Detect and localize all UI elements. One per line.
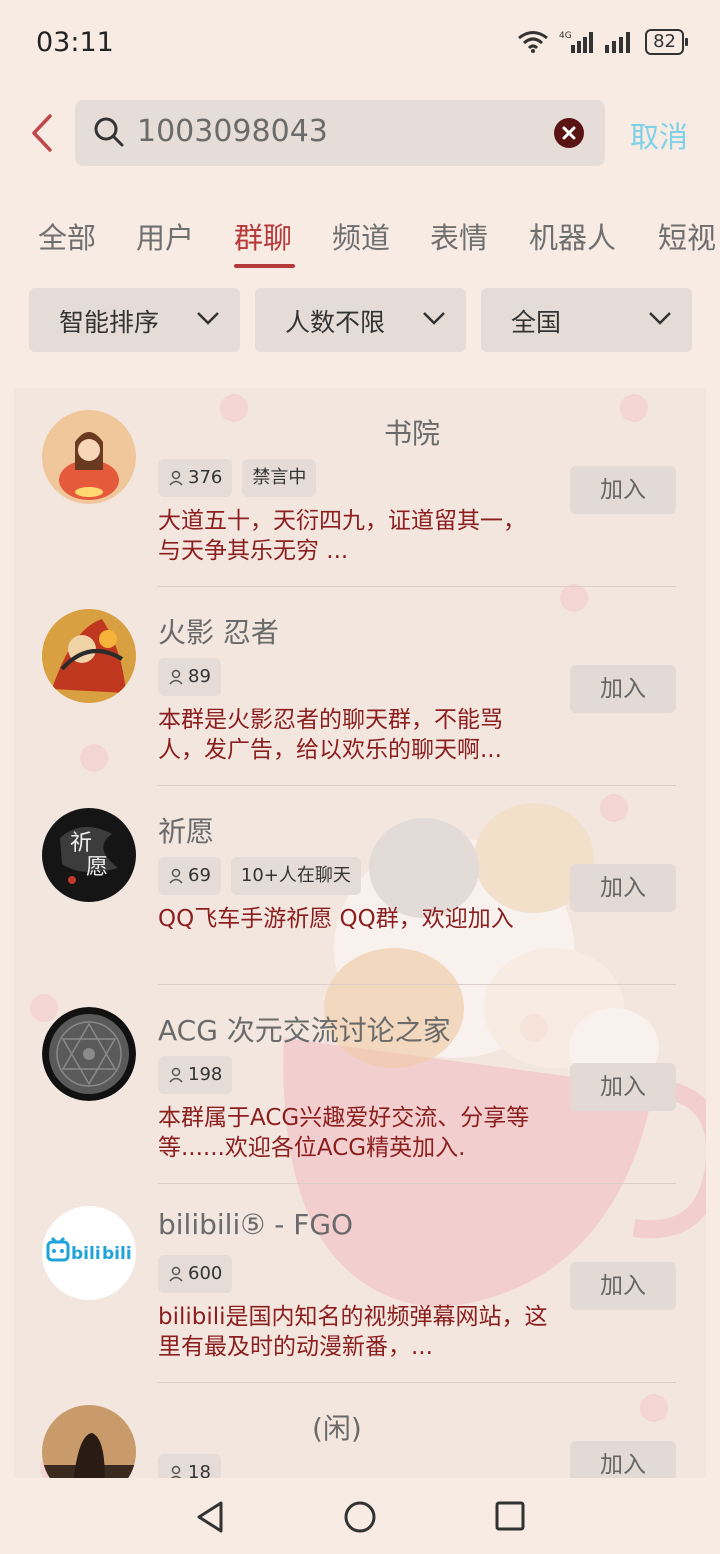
member-count: 198 — [188, 1064, 223, 1085]
group-name: 火影 忍者 — [158, 616, 279, 649]
chevron-down-icon — [197, 312, 219, 325]
group-description: bilibili是国内知名的视频弹幕网站，这里有最及时的动漫新番，... — [158, 1304, 548, 1360]
back-nav-icon[interactable] — [195, 1500, 225, 1534]
group-description: QQ飞车手游祈愿 QQ群，欢迎加入 — [158, 906, 514, 932]
chevron-down-icon — [649, 312, 671, 325]
tab-group-chats[interactable]: 群聊 — [234, 215, 292, 257]
avatar: 祈 愿 — [42, 808, 136, 902]
person-icon — [169, 1067, 183, 1083]
tab-bots[interactable]: 机器人 — [529, 215, 616, 257]
join-button[interactable]: 加入 — [570, 1063, 676, 1111]
group-description: 本群属于ACG兴趣爱好交流、分享等等......欢迎各位ACG精英加入. — [158, 1105, 530, 1161]
svg-text:愿: 愿 — [86, 855, 108, 880]
back-button[interactable] — [28, 110, 68, 156]
status-bar: 03:11 4G 82 — [0, 0, 720, 84]
avatar: bili bili — [42, 1206, 136, 1300]
wifi-icon — [518, 31, 549, 53]
chevron-down-icon — [423, 312, 445, 325]
signal-icon — [605, 32, 631, 53]
group-name: 书院 — [384, 417, 441, 450]
group-description: 本群是火影忍者的聊天群，不能骂人，发广告，给以欢乐的聊天啊... — [158, 707, 503, 763]
tab-stickers[interactable]: 表情 — [430, 215, 488, 257]
join-button[interactable]: 加入 — [570, 1441, 676, 1478]
group-tags: 89 — [158, 658, 221, 696]
join-button[interactable]: 加入 — [570, 665, 676, 713]
search-input[interactable]: 1003098043 — [137, 114, 328, 149]
tab-channels[interactable]: 频道 — [332, 215, 390, 257]
person-icon — [169, 669, 183, 685]
group-tags: 600 — [158, 1255, 233, 1293]
member-count-badge: 600 — [158, 1255, 233, 1293]
group-row[interactable]: 火影 忍者 89 本群是火影忍者的聊天群，不能骂人，发广告，给以欢乐的聊天啊..… — [14, 587, 706, 786]
group-tags: 18 — [158, 1454, 221, 1478]
network-label: 4G — [559, 31, 572, 41]
category-tabs: 全部 用户 群聊 频道 表情 机器人 短视 — [0, 215, 720, 275]
person-icon — [170, 1465, 182, 1478]
group-row[interactable]: 书院 376 禁言中 大道五十，天衍四九，证道留其一，与天争其乐无穷 ... 加… — [14, 388, 706, 587]
group-row[interactable]: (闲) 18 加入 — [14, 1383, 706, 1478]
member-count: 600 — [188, 1263, 223, 1284]
filter-label: 人数不限 — [285, 308, 386, 337]
person-icon — [169, 1266, 183, 1282]
search-box[interactable]: 1003098043 — [75, 100, 605, 166]
region-filter[interactable]: 全国 — [481, 288, 692, 352]
avatar — [42, 609, 136, 703]
filter-label: 全国 — [511, 308, 562, 337]
group-name: 祈愿 — [158, 815, 215, 848]
member-count-badge: 198 — [158, 1056, 233, 1094]
svg-text:bili: bili — [102, 1244, 132, 1264]
group-row[interactable]: ACG 次元交流讨论之家 198 本群属于ACG兴趣爱好交流、分享等等.....… — [14, 985, 706, 1184]
back-arrow-icon — [32, 114, 52, 152]
system-nav-bar — [0, 1478, 720, 1554]
tab-users[interactable]: 用户 — [136, 215, 194, 257]
member-count-badge: 69 — [158, 857, 221, 895]
clear-icon[interactable] — [553, 117, 585, 149]
member-count-filter[interactable]: 人数不限 — [255, 288, 466, 352]
member-count: 18 — [188, 1462, 211, 1478]
group-name: ACG 次元交流讨论之家 — [158, 1014, 451, 1047]
cancel-button[interactable]: 取消 — [630, 114, 688, 156]
group-row[interactable]: 祈 愿 祈愿 69 10+人在聊天 QQ飞车手游祈愿 QQ群，欢迎加入 加入 — [14, 786, 706, 985]
battery-icon: 82 — [645, 29, 688, 55]
member-count: 376 — [188, 467, 223, 488]
join-button[interactable]: 加入 — [570, 864, 676, 912]
person-icon — [169, 470, 183, 486]
member-count: 89 — [188, 666, 211, 687]
member-count-badge: 18 — [158, 1454, 221, 1478]
search-icon — [94, 117, 124, 147]
status-badge: 禁言中 — [242, 459, 317, 497]
group-tags: 376 禁言中 — [158, 459, 317, 497]
join-button[interactable]: 加入 — [570, 1262, 676, 1310]
svg-text:bili: bili — [71, 1244, 101, 1264]
join-button[interactable]: 加入 — [570, 466, 676, 514]
filter-label: 智能排序 — [59, 308, 160, 337]
active-tab-underline — [234, 264, 295, 268]
tab-all[interactable]: 全部 — [38, 215, 96, 257]
member-count-badge: 376 — [158, 459, 233, 497]
filter-bar: 智能排序 人数不限 全国 — [0, 288, 720, 352]
person-icon — [169, 868, 183, 884]
status-icons: 4G 82 — [517, 29, 688, 55]
active-chat-badge: 10+人在聊天 — [230, 857, 361, 895]
home-nav-icon[interactable] — [343, 1500, 377, 1534]
avatar — [42, 1405, 136, 1478]
group-tags: 69 10+人在聊天 — [158, 857, 361, 895]
avatar — [42, 410, 136, 504]
tab-short-videos[interactable]: 短视 — [658, 215, 716, 257]
avatar — [42, 1007, 136, 1101]
group-name: bilibili⑤ - FGO — [158, 1208, 354, 1241]
status-time: 03:11 — [36, 26, 114, 58]
group-name: (闲) — [312, 1412, 362, 1445]
recents-nav-icon[interactable] — [494, 1500, 526, 1532]
svg-text:祈: 祈 — [70, 831, 92, 856]
search-row: 1003098043 取消 — [0, 100, 720, 166]
group-description: 大道五十，天衍四九，证道留其一，与天争其乐无穷 ... — [158, 508, 526, 564]
signal-4g-icon: 4G — [559, 31, 594, 53]
member-count-badge: 89 — [158, 658, 221, 696]
group-tags: 198 — [158, 1056, 233, 1094]
member-count: 69 — [188, 865, 211, 886]
sort-filter[interactable]: 智能排序 — [29, 288, 240, 352]
group-row[interactable]: bili bili bilibili⑤ - FGO 600 bilibili是国… — [14, 1184, 706, 1383]
results-list[interactable]: 书院 376 禁言中 大道五十，天衍四九，证道留其一，与天争其乐无穷 ... 加… — [14, 388, 706, 1478]
